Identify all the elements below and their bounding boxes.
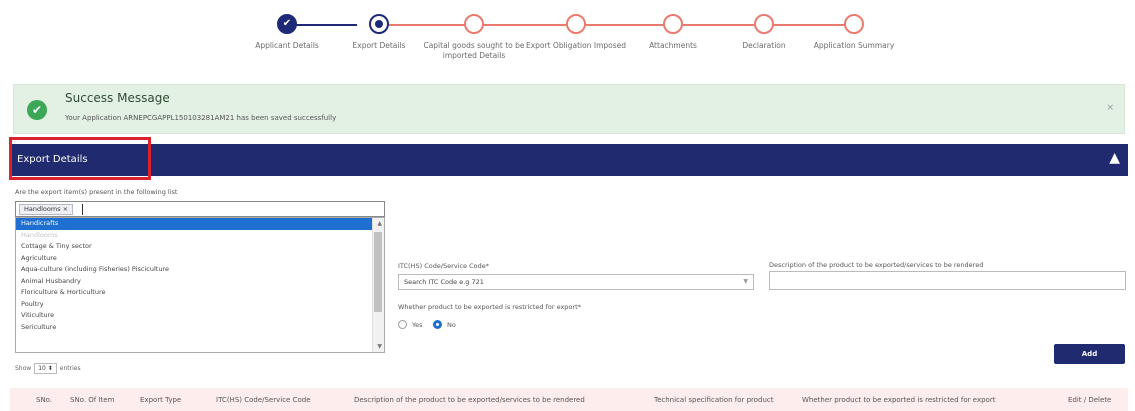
- step-label: Application Summary: [813, 41, 895, 50]
- dropdown-option[interactable]: Cottage & Tiny sector: [16, 241, 384, 253]
- current-step-icon: [369, 14, 389, 34]
- dropdown-option[interactable]: Animal Husbandry: [16, 276, 384, 288]
- itc-code-label: ITC(HS) Code/Service Code*: [398, 262, 490, 270]
- pending-step-icon: [464, 14, 484, 34]
- step-capital-goods[interactable]: Capital goods sought to be imported Deta…: [419, 14, 529, 61]
- col-edit-delete[interactable]: Edit / Delete: [1068, 396, 1111, 404]
- description-label: Description of the product to be exporte…: [769, 261, 984, 269]
- pending-step-icon: [844, 14, 864, 34]
- step-label: Export Obligation Imposed: [525, 41, 627, 50]
- application-stepper: ✔ Applicant Details Export Details Capit…: [0, 0, 1135, 82]
- add-button[interactable]: Add: [1054, 344, 1125, 364]
- chevron-down-icon: ▼: [743, 278, 748, 285]
- radio-yes[interactable]: Yes: [398, 320, 423, 329]
- close-icon[interactable]: ×: [1106, 103, 1114, 113]
- col-restricted[interactable]: Whether product to be exported is restri…: [802, 396, 995, 404]
- col-export-type[interactable]: Export Type: [140, 396, 181, 404]
- col-technical-spec[interactable]: Technical specification for product: [654, 396, 774, 404]
- col-sno-item[interactable]: SNo. Of Item: [70, 396, 114, 404]
- step-export-obligation[interactable]: Export Obligation Imposed: [521, 14, 631, 51]
- radio-no[interactable]: No: [433, 320, 456, 329]
- check-icon: ✔: [277, 14, 297, 34]
- page-size-select[interactable]: 10 ⬍: [34, 363, 57, 374]
- entries-label: entries: [59, 365, 81, 372]
- success-check-icon: ✔: [27, 100, 47, 120]
- description-input[interactable]: [769, 271, 1126, 290]
- step-label: Export Details: [352, 41, 406, 50]
- dropdown-option[interactable]: Sericulture: [16, 322, 384, 334]
- success-message: Your Application ARNEPCGAPPL150103281AM2…: [65, 114, 337, 122]
- radio-unchecked-icon: [398, 320, 407, 329]
- dropdown-option: Handlooms: [21, 230, 58, 239]
- itc-code-select[interactable]: Search ITC Code e.g 721 ▼: [398, 274, 754, 290]
- export-items-question-label: Are the export item(s) present in the fo…: [15, 188, 178, 196]
- col-itc-code[interactable]: ITC(HS) Code/Service Code: [216, 396, 311, 404]
- success-alert: ✔ Success Message Your Application ARNEP…: [13, 84, 1125, 134]
- dropdown-option[interactable]: Agriculture: [16, 253, 384, 265]
- scrollbar-thumb[interactable]: [374, 232, 382, 312]
- dropdown-scrollbar[interactable]: ▲ ▼: [372, 218, 384, 352]
- collapse-icon[interactable]: ▲: [1109, 150, 1120, 166]
- text-caret: [82, 204, 83, 215]
- scroll-down-icon[interactable]: ▼: [377, 343, 382, 350]
- show-entries: Show 10 ⬍ entries: [15, 363, 81, 374]
- dropdown-option[interactable]: Aqua-culture (including Fisheries) Pisci…: [16, 264, 384, 276]
- dropdown-option[interactable]: Floriculture & Horticulture: [16, 287, 384, 299]
- step-export-details[interactable]: Export Details: [324, 14, 434, 51]
- step-application-summary[interactable]: Application Summary: [799, 14, 909, 51]
- radio-yes-label: Yes: [412, 320, 423, 329]
- step-label: Capital goods sought to be imported Deta…: [423, 41, 525, 60]
- selected-tag-handlooms[interactable]: Handlooms ×: [19, 204, 74, 215]
- export-items-dropdown[interactable]: Handicrafts Handlooms Cottage & Tiny sec…: [15, 217, 385, 353]
- export-items-multiselect[interactable]: Handlooms ×: [15, 201, 385, 217]
- itc-code-placeholder: Search ITC Code e.g 721: [404, 278, 484, 286]
- show-label: Show: [15, 365, 32, 372]
- panel-title: Export Details: [17, 154, 88, 165]
- dropdown-option[interactable]: Poultry: [16, 299, 384, 311]
- pending-step-icon: [663, 14, 683, 34]
- scroll-up-icon[interactable]: ▲: [377, 220, 382, 227]
- pending-step-icon: [566, 14, 586, 34]
- pending-step-icon: [754, 14, 774, 34]
- radio-checked-icon: [433, 320, 442, 329]
- col-description[interactable]: Description of the product to be exporte…: [354, 396, 585, 404]
- table-header: SNo. SNo. Of Item Export Type ITC(HS) Co…: [10, 388, 1128, 411]
- restricted-label: Whether product to be exported is restri…: [398, 303, 581, 311]
- dropdown-option[interactable]: Viticulture: [16, 310, 384, 322]
- dropdown-option[interactable]: Handicrafts: [16, 218, 384, 230]
- success-title: Success Message: [65, 91, 170, 105]
- col-sno[interactable]: SNo.: [36, 396, 52, 404]
- radio-no-label: No: [447, 320, 456, 329]
- export-details-panel-header[interactable]: Export Details ▲: [10, 144, 1128, 176]
